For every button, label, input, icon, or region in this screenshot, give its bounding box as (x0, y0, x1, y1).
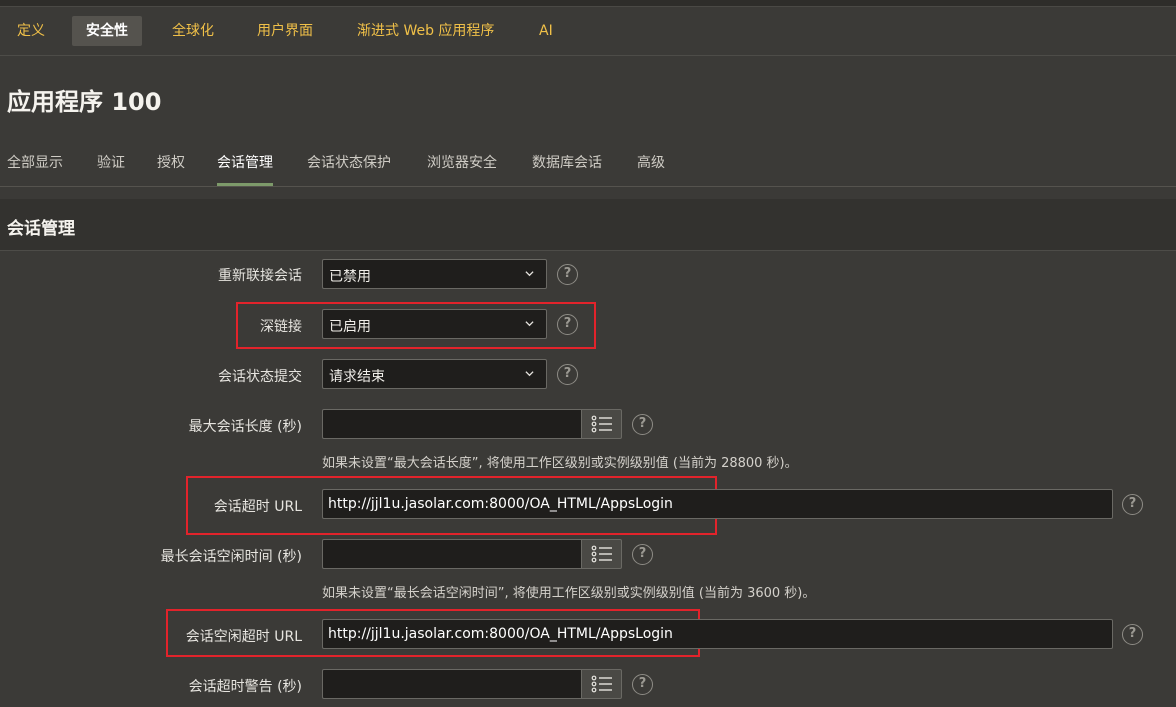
help-icon[interactable]: ? (632, 544, 653, 565)
max-idle-time-hint: 如果未设置“最长会话空闲时间”, 将使用工作区级别或实例级别值 (当前为 360… (322, 586, 816, 601)
help-icon[interactable]: ? (1122, 494, 1143, 515)
list-icon (591, 545, 612, 563)
section-title: 会话管理 (7, 219, 75, 239)
deep-linking-select[interactable]: 已启用 (322, 309, 547, 339)
deep-linking-label: 深链接 (260, 319, 302, 335)
max-session-length-input[interactable] (322, 409, 582, 439)
help-icon[interactable]: ? (557, 314, 578, 335)
subtab-advanced[interactable]: 高级 (637, 152, 665, 186)
list-icon (591, 675, 612, 693)
rejoin-sessions-select[interactable]: 已禁用 (322, 259, 547, 289)
tab-ai[interactable]: AI (525, 16, 567, 46)
help-icon[interactable]: ? (557, 264, 578, 285)
idle-timeout-url-input[interactable]: http://jjl1u.jasolar.com:8000/OA_HTML/Ap… (322, 619, 1113, 649)
rejoin-sessions-value: 已禁用 (329, 269, 371, 285)
top-strip (0, 0, 1176, 7)
tab-user-interface[interactable]: 用户界面 (243, 16, 327, 46)
help-icon[interactable]: ? (557, 364, 578, 385)
subtab-authentication[interactable]: 验证 (97, 152, 125, 186)
chevron-down-icon (525, 371, 534, 377)
subtab-browser-security[interactable]: 浏览器安全 (427, 152, 497, 186)
chevron-down-icon (525, 271, 534, 277)
rejoin-sessions-label: 重新联接会话 (218, 268, 302, 284)
help-icon[interactable]: ? (632, 674, 653, 695)
session-timeout-url-value: http://jjl1u.jasolar.com:8000/OA_HTML/Ap… (328, 496, 673, 512)
max-idle-time-input[interactable] (322, 539, 582, 569)
help-icon[interactable]: ? (1122, 624, 1143, 645)
subtab-authorization[interactable]: 授权 (157, 152, 185, 186)
subtab-session-management[interactable]: 会话管理 (217, 152, 273, 186)
section-header: 会话管理 (0, 199, 1176, 251)
tab-security[interactable]: 安全性 (72, 16, 142, 46)
max-idle-time-label: 最长会话空闲时间 (秒) (160, 549, 302, 565)
session-timeout-warning-label: 会话超时警告 (秒) (188, 679, 302, 695)
idle-timeout-url-value: http://jjl1u.jasolar.com:8000/OA_HTML/Ap… (328, 626, 673, 642)
list-button[interactable] (581, 409, 622, 439)
list-button[interactable] (581, 539, 622, 569)
session-timeout-warning-input[interactable] (322, 669, 582, 699)
session-timeout-url-label: 会话超时 URL (213, 499, 302, 515)
tab-pwa[interactable]: 渐进式 Web 应用程序 (343, 16, 508, 46)
idle-timeout-url-label: 会话空闲超时 URL (185, 629, 302, 645)
sub-tab-bar: 全部显示 验证 授权 会话管理 会话状态保护 浏览器安全 数据库会话 高级 (0, 140, 1176, 187)
subtab-session-state-protection[interactable]: 会话状态保护 (307, 152, 391, 186)
page-title: 应用程序 100 (7, 88, 162, 116)
subtab-show-all[interactable]: 全部显示 (7, 152, 63, 186)
session-state-commit-value: 请求结束 (329, 369, 385, 385)
tab-definition[interactable]: 定义 (3, 16, 59, 46)
tab-globalization[interactable]: 全球化 (158, 16, 228, 46)
max-session-length-label: 最大会话长度 (秒) (188, 419, 302, 435)
session-timeout-url-input[interactable]: http://jjl1u.jasolar.com:8000/OA_HTML/Ap… (322, 489, 1113, 519)
chevron-down-icon (525, 321, 534, 327)
session-state-commit-label: 会话状态提交 (218, 369, 302, 385)
max-session-length-hint: 如果未设置“最大会话长度”, 将使用工作区级别或实例级别值 (当前为 28800… (322, 456, 798, 471)
help-icon[interactable]: ? (632, 414, 653, 435)
list-icon (591, 415, 612, 433)
deep-linking-value: 已启用 (329, 319, 371, 335)
session-state-commit-select[interactable]: 请求结束 (322, 359, 547, 389)
subtab-database-session[interactable]: 数据库会话 (532, 152, 602, 186)
top-tab-bar: 定义 安全性 全球化 用户界面 渐进式 Web 应用程序 AI (0, 8, 1176, 56)
list-button[interactable] (581, 669, 622, 699)
